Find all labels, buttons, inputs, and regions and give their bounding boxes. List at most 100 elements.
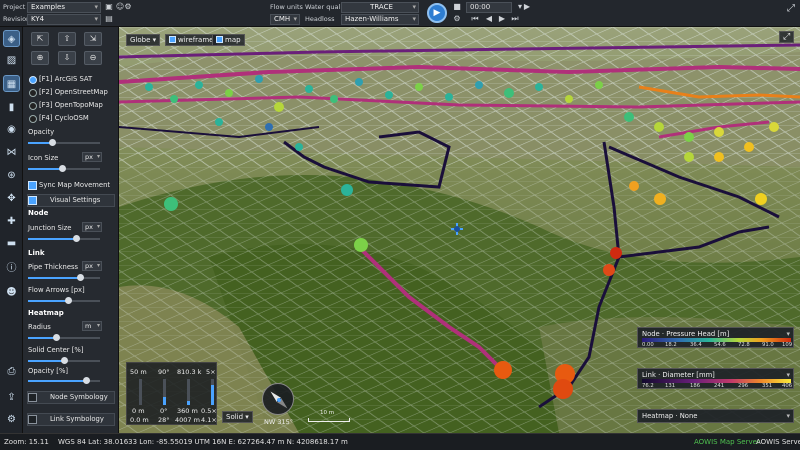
basemap-option-arcgis[interactable]: [F1] ArcGIS SAT xyxy=(28,74,116,85)
scale-bar: 10 m xyxy=(308,410,350,424)
wireframe-checkbox[interactable]: wireframe xyxy=(165,34,218,46)
legend-tick: 72.8 xyxy=(738,342,750,348)
image-layer-icon[interactable]: ▨ xyxy=(3,52,20,69)
tank-icon[interactable]: ▮ xyxy=(3,99,20,116)
valve-icon[interactable]: ⋈ xyxy=(3,144,20,161)
pipe-thickness-slider[interactable] xyxy=(28,274,100,281)
sync-map-movement-checkbox[interactable]: Sync Map Movement xyxy=(28,180,110,190)
basemap-option-osm[interactable]: [F2] OpenStreetMap xyxy=(28,87,116,98)
icon-size-unit-select[interactable]: px xyxy=(82,152,102,162)
scale-slider[interactable] xyxy=(211,379,214,405)
run-simulation-button[interactable]: ▶ xyxy=(427,3,447,23)
link-heading: Link xyxy=(28,249,45,257)
junction-node[interactable] xyxy=(603,264,615,276)
nav-up-left-icon[interactable]: ⇱ xyxy=(31,32,49,46)
basemap-option-opentopo[interactable]: [F3] OpenTopoMap xyxy=(28,100,116,111)
revision-select[interactable]: KY4 xyxy=(27,14,101,25)
chevron-down-icon[interactable]: ▾ xyxy=(786,330,790,338)
settings-gear-icon[interactable]: ⚙ xyxy=(123,2,133,12)
view-mode-select[interactable]: Globe ▾ xyxy=(126,34,161,46)
visual-settings-toggle[interactable]: Visual Settings xyxy=(27,194,115,207)
visual-settings-label: Visual Settings xyxy=(50,196,101,204)
project-select[interactable]: Examples xyxy=(27,2,101,13)
heat-opacity-label: Opacity [%] xyxy=(28,367,69,375)
options-gear-icon[interactable]: ⚙ xyxy=(452,14,462,24)
flow-arrows-slider[interactable] xyxy=(28,297,100,304)
junction-node[interactable] xyxy=(654,193,666,205)
save-icon[interactable]: ▣ xyxy=(104,2,114,12)
link-symbology-toggle[interactable]: Link Symbology xyxy=(27,413,115,426)
basemap-option-cyclosm[interactable]: [F4] CycloOSM xyxy=(28,113,116,124)
navigate-tool-icon[interactable]: ◈ xyxy=(3,30,20,47)
map-viewport[interactable]: Globe ▾ wireframe map ⤢ 50 m 90° 810.3 k… xyxy=(119,27,800,433)
skip-end-icon[interactable]: ⏭ xyxy=(510,14,520,24)
nav-down-icon[interactable]: ⇩ xyxy=(58,51,76,65)
icon-size-slider[interactable] xyxy=(28,165,100,172)
legend-diameter[interactable]: Link · Diameter [mm] ▾ 76.2 131 186 241 … xyxy=(637,368,794,389)
export-icon[interactable]: ⇪ xyxy=(3,389,20,406)
map-checkbox[interactable]: map xyxy=(212,34,245,46)
camera-readout: 0° xyxy=(160,407,168,415)
zoom-out-icon[interactable]: ⊖ xyxy=(84,51,102,65)
water-quality-select[interactable]: TRACE xyxy=(341,2,419,13)
pipe-thickness-label: Pipe Thickness xyxy=(28,263,79,271)
solid-center-slider[interactable] xyxy=(28,357,100,364)
scale-label: 10 m xyxy=(320,410,335,416)
junction-size-label: Junction Size xyxy=(28,224,72,232)
zoom-in-icon[interactable]: ⊕ xyxy=(31,51,49,65)
junction-node[interactable] xyxy=(164,197,178,211)
junction-icon[interactable]: ✥ xyxy=(3,190,20,207)
distance-slider[interactable] xyxy=(187,379,190,405)
junction-node[interactable] xyxy=(553,379,573,399)
render-mode-select[interactable]: Solid ▾ xyxy=(222,411,253,423)
skip-start-icon[interactable]: ⏮ xyxy=(470,14,480,24)
nav-up-icon[interactable]: ⇧ xyxy=(58,32,76,46)
fullscreen-icon[interactable]: ⤢ xyxy=(785,4,797,16)
node-symbology-label: Node Symbology xyxy=(50,393,108,401)
expand-map-icon[interactable]: ⤢ xyxy=(779,31,794,43)
junction-node[interactable] xyxy=(610,247,622,259)
height-slider[interactable] xyxy=(139,379,142,405)
junction-size-unit-select[interactable]: px xyxy=(82,222,102,232)
info-icon[interactable]: ⓘ xyxy=(3,260,20,277)
reservoir-icon[interactable]: ◉ xyxy=(3,121,20,138)
compass-control[interactable] xyxy=(262,383,294,415)
junction-node[interactable] xyxy=(755,193,767,205)
legend-heatmap[interactable]: Heatmap · None ▾ xyxy=(637,409,794,423)
opacity-slider[interactable] xyxy=(28,139,100,146)
wireframe-label: wireframe xyxy=(178,36,214,44)
node-add-icon[interactable]: ✚ xyxy=(3,213,20,230)
legend-pressure-head[interactable]: Node · Pressure Head [m] ▾ 0.00 18.2 36.… xyxy=(637,327,794,348)
legend-ticks: 76.2 131 186 241 296 351 406 xyxy=(642,383,792,389)
render-mode-value: Solid xyxy=(226,413,244,421)
chevron-down-icon[interactable]: ▾ xyxy=(786,371,790,379)
step-forward-icon[interactable]: ▶ xyxy=(497,14,507,24)
person-icon[interactable]: ☻ xyxy=(3,284,20,301)
heat-opacity-slider[interactable] xyxy=(28,377,100,384)
time-input[interactable]: 00:00 xyxy=(466,2,512,13)
radius-unit-select[interactable]: m xyxy=(82,321,102,331)
chevron-down-icon[interactable]: ▾ xyxy=(786,412,790,420)
pump-icon[interactable]: ⊛ xyxy=(3,167,20,184)
headloss-label: Headloss xyxy=(305,15,335,23)
step-back-icon[interactable]: ◀ xyxy=(484,14,494,24)
junction-node[interactable] xyxy=(629,181,639,191)
settings-icon[interactable]: ⚙ xyxy=(3,411,20,428)
junction-node[interactable] xyxy=(354,238,368,252)
basemap-layer-icon[interactable]: ▦ xyxy=(3,75,20,92)
nav-up-right-icon[interactable]: ⇲ xyxy=(84,32,102,46)
headloss-select[interactable]: Hazen-Williams xyxy=(341,14,419,25)
node-symbology-toggle[interactable]: Node Symbology xyxy=(27,391,115,404)
radius-slider[interactable] xyxy=(28,334,100,341)
printer-icon[interactable]: ⎙ xyxy=(3,363,20,380)
stop-icon[interactable]: ■ xyxy=(452,2,462,12)
junction-size-slider[interactable] xyxy=(28,235,100,242)
pitch-slider[interactable] xyxy=(163,379,166,405)
pipe-thickness-unit-select[interactable]: px xyxy=(82,261,102,271)
folder-icon[interactable]: ▤ xyxy=(104,14,114,24)
pipe-icon[interactable]: ▬ xyxy=(3,235,20,252)
flow-units-select[interactable]: CMH xyxy=(270,14,300,25)
play-icon[interactable]: ▶ xyxy=(522,2,532,12)
junction-node[interactable] xyxy=(494,361,512,379)
junction-node[interactable] xyxy=(341,184,353,196)
